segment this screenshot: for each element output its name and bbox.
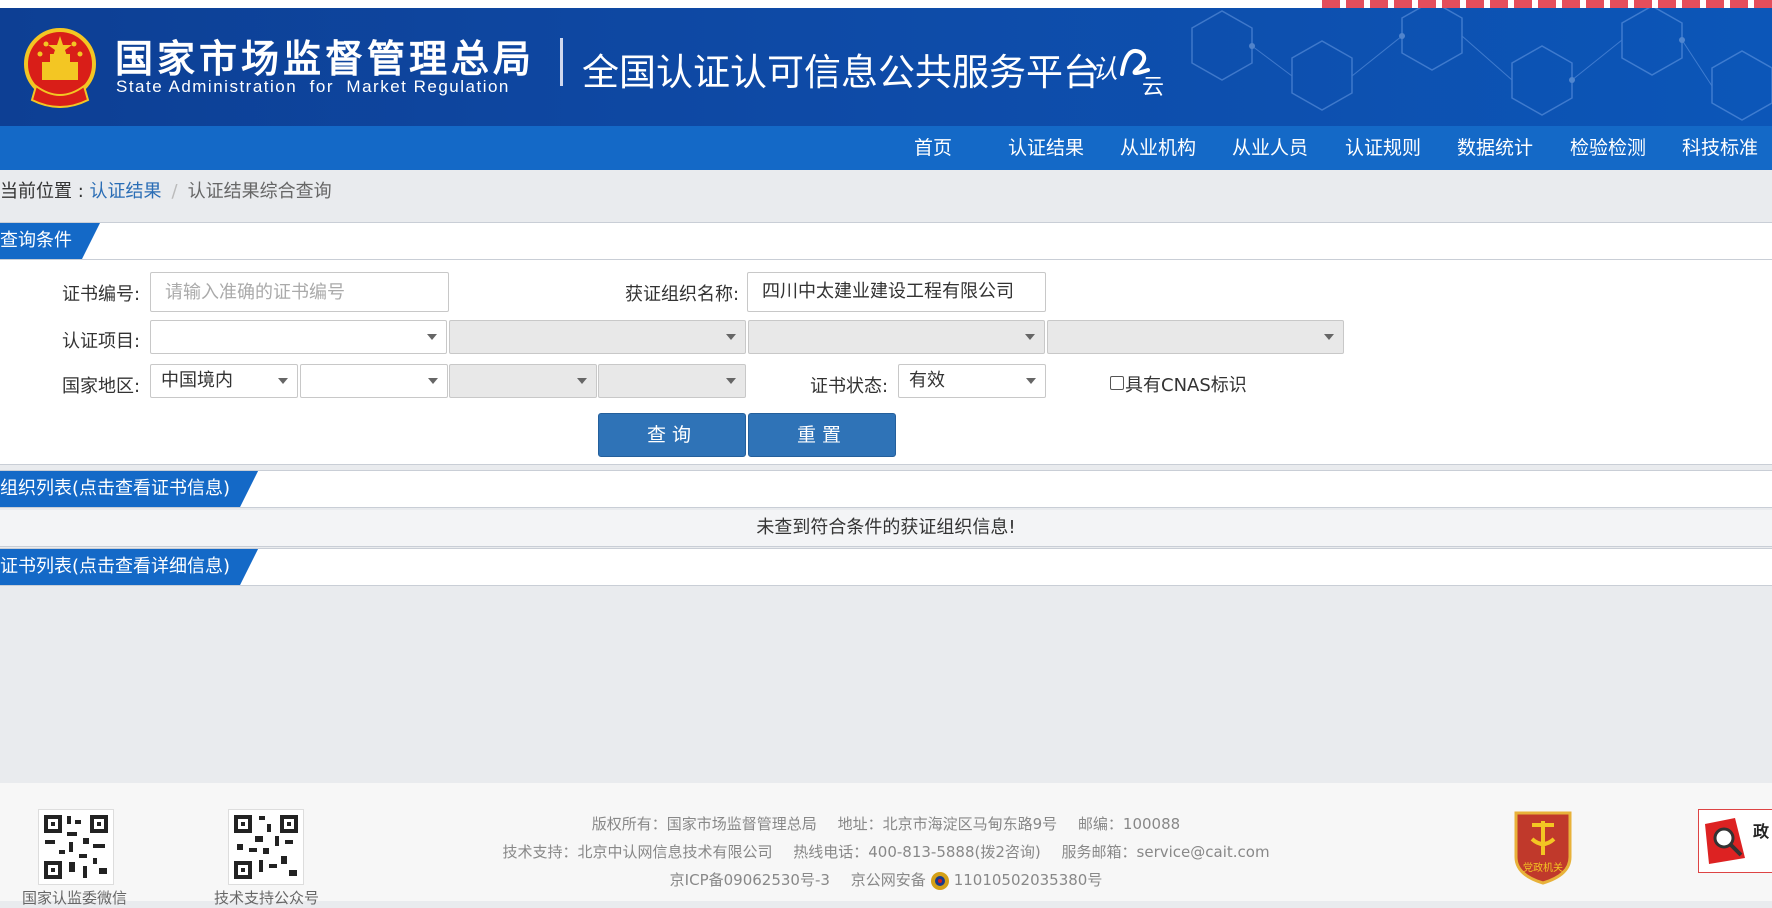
platform-title: 全国认证认可信息公共服务平台 xyxy=(582,51,1100,94)
region-label: 国家地区: xyxy=(62,376,141,397)
cert-no-label: 证书编号: xyxy=(62,284,141,305)
police-badge-icon xyxy=(930,871,949,890)
query-form: 证书编号: 获证组织名称: 四川中太建业建设工程有限公司 认证项目: 国家地区:… xyxy=(0,260,1772,465)
reset-button[interactable]: 重置 xyxy=(748,413,896,457)
chevron-down-icon xyxy=(1025,334,1035,340)
party-gov-badge[interactable]: 党政机关 xyxy=(1510,809,1576,885)
nav-item-practitioners[interactable]: 从业人员 xyxy=(1232,126,1308,170)
region-province-select[interactable] xyxy=(300,364,448,398)
nav-item-cert-results[interactable]: 认证结果 xyxy=(1008,126,1084,170)
footer-tech-support: 技术支持：北京中认网信息技术有限公司 xyxy=(502,843,773,861)
cert-status-value: 有效 xyxy=(909,370,945,391)
nav-item-home[interactable]: 首页 xyxy=(914,126,952,170)
main-nav: 首页 认证结果 从业机构 从业人员 认证规则 数据统计 检验检测 科技标准 xyxy=(0,126,1772,170)
org-name-input[interactable]: 四川中太建业建设工程有限公司 xyxy=(747,272,1046,312)
cert-list-section-title: 证书列表(点击查看详细信息) xyxy=(0,549,258,585)
chevron-down-icon xyxy=(726,378,736,384)
chevron-down-icon xyxy=(278,378,288,384)
footer-hotline: 热线电话：400-813-5888(拨2咨询) xyxy=(793,843,1041,861)
renzheng-cloud-logo: 认 云 xyxy=(1092,49,1164,96)
breadcrumb-prefix: 当前位置 : xyxy=(0,181,90,202)
footer-copyright: 版权所有：国家市场监督管理总局 xyxy=(591,815,817,833)
top-notice-strip xyxy=(0,0,1772,8)
org-list-section-title: 组织列表(点击查看证书信息) xyxy=(0,471,258,507)
chevron-down-icon xyxy=(428,378,438,384)
breadcrumb-separator: / xyxy=(171,181,178,202)
org-name-cn: 国家市场监督管理总局 xyxy=(115,37,536,81)
breadcrumb-current: 认证结果综合查询 xyxy=(187,181,332,202)
footer-email: 服务邮箱：service@cait.com xyxy=(1061,843,1270,861)
footer-support-line: 技术支持：北京中认网信息技术有限公司 热线电话：400-813-5888(拨2咨… xyxy=(0,841,1772,862)
chevron-down-icon xyxy=(577,378,587,384)
region-country-value: 中国境内 xyxy=(161,370,233,391)
gov-error-report-badge[interactable]: 政 xyxy=(1698,809,1772,873)
region-district-select xyxy=(598,364,746,398)
cnas-checkbox-label: 具有CNAS标识 xyxy=(1125,375,1247,396)
footer-icp-link[interactable]: 京ICP备09062530号-3 xyxy=(670,871,830,889)
cert-project-select-3 xyxy=(748,320,1045,354)
footer-address: 地址：北京市海淀区马甸东路9号 xyxy=(837,815,1058,833)
nav-item-statistics[interactable]: 数据统计 xyxy=(1457,126,1533,170)
cert-project-select-1[interactable] xyxy=(150,320,447,354)
cnas-checkbox[interactable] xyxy=(1110,376,1124,390)
nav-item-inspection[interactable]: 检验检测 xyxy=(1570,126,1646,170)
magnifier-icon xyxy=(1705,818,1745,864)
footer-icp-line: 京ICP备09062530号-3 京公网安备 11010502035380号 xyxy=(0,869,1772,891)
footer-police-prefix: 京公网安备 xyxy=(850,871,926,889)
region-country-select[interactable]: 中国境内 xyxy=(150,364,298,398)
search-button[interactable]: 查询 xyxy=(598,413,746,457)
breadcrumb-link-cert-results[interactable]: 认证结果 xyxy=(90,181,162,202)
cert-status-select[interactable]: 有效 xyxy=(898,364,1046,398)
site-footer: 国家认监委微信 技术支持公众号 版权所有：国家市场监督管理总局 地址：北京市海淀… xyxy=(0,783,1772,907)
nav-item-institutions[interactable]: 从业机构 xyxy=(1120,126,1196,170)
national-emblem-icon xyxy=(24,28,96,108)
cert-project-label: 认证项目: xyxy=(62,331,141,352)
footer-postcode: 邮编：100088 xyxy=(1077,815,1181,833)
gov-badge-text: 政 xyxy=(1753,822,1770,841)
cert-project-select-2 xyxy=(449,320,746,354)
org-list-section-header: 组织列表(点击查看证书信息) xyxy=(0,470,1772,508)
site-header: 国家市场监督管理总局 State Administration for Mark… xyxy=(0,0,1772,126)
cert-no-input[interactable] xyxy=(150,272,449,312)
chevron-down-icon xyxy=(1026,378,1036,384)
breadcrumb: 当前位置 : 认证结果 / 认证结果综合查询 xyxy=(0,180,332,204)
nav-item-tech-standards[interactable]: 科技标准 xyxy=(1682,126,1758,170)
cert-list-section-header: 证书列表(点击查看详细信息) xyxy=(0,548,1772,586)
org-name-label: 获证组织名称: xyxy=(625,284,740,305)
footer-police-number[interactable]: 11010502035380号 xyxy=(954,871,1103,889)
header-divider xyxy=(560,38,563,86)
footer-copyright-line: 版权所有：国家市场监督管理总局 地址：北京市海淀区马甸东路9号 邮编：10008… xyxy=(0,813,1772,834)
org-list-empty-message: 未查到符合条件的获证组织信息! xyxy=(0,510,1772,547)
party-badge-label: 党政机关 xyxy=(1523,861,1563,874)
region-city-select xyxy=(449,364,597,398)
cert-status-label: 证书状态: xyxy=(810,376,889,397)
chevron-down-icon xyxy=(1324,334,1334,340)
nav-item-cert-rules[interactable]: 认证规则 xyxy=(1345,126,1421,170)
cert-project-select-4 xyxy=(1047,320,1344,354)
hexagon-pattern-decoration xyxy=(1191,8,1772,121)
query-section-header: 查询条件 xyxy=(0,222,1772,260)
cnas-checkbox-field[interactable]: 具有CNAS标识 xyxy=(1110,371,1247,397)
org-name-en: State Administration for Market Regulati… xyxy=(116,77,510,96)
top-notice-text xyxy=(1322,0,1772,8)
chevron-down-icon xyxy=(726,334,736,340)
svg-text:认: 认 xyxy=(1092,55,1118,85)
query-section-title: 查询条件 xyxy=(0,223,100,259)
chevron-down-icon xyxy=(427,334,437,340)
svg-text:云: 云 xyxy=(1142,75,1164,96)
